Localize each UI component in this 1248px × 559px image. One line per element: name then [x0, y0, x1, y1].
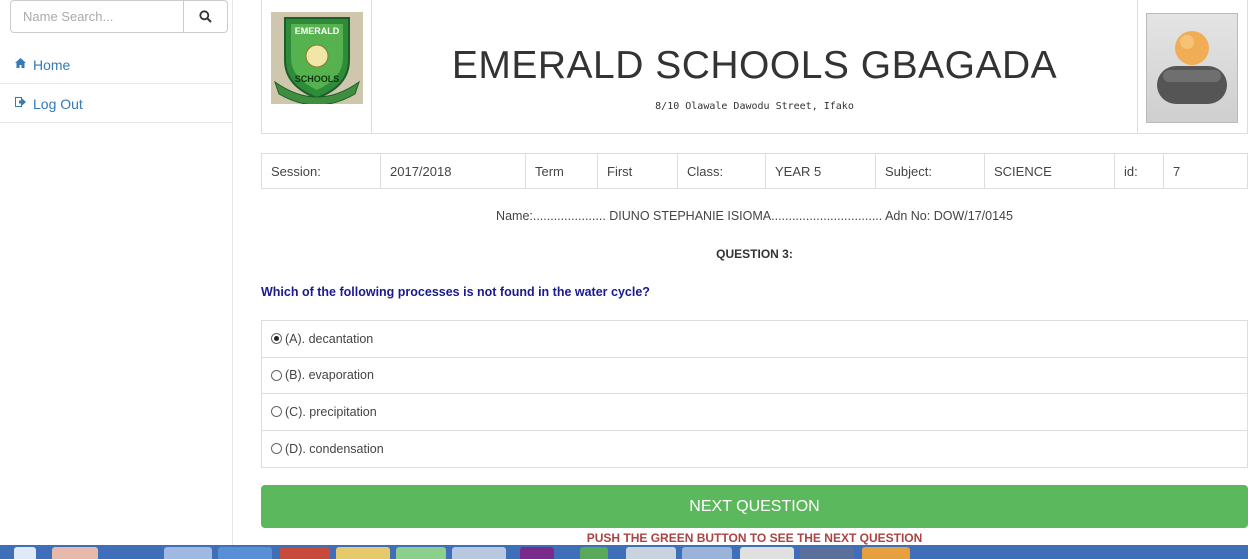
home-icon [15, 58, 29, 71]
sidebar-item-label: Home [33, 56, 71, 73]
id-label: id: [1115, 154, 1164, 188]
sidebar-item-label: Log Out [33, 95, 83, 112]
taskbar-app-icon[interactable] [336, 547, 390, 559]
student-name: DIUNO STEPHANIE ISIOMA [609, 209, 772, 223]
next-question-hint: PUSH THE GREEN BUTTON TO SEE THE NEXT QU… [586, 531, 923, 545]
subject-value: SCIENCE [985, 154, 1115, 188]
taskbar-app-icon[interactable] [452, 547, 506, 559]
taskbar-app-icon[interactable] [396, 547, 446, 559]
sidebar-item-home[interactable]: Home [0, 46, 233, 84]
term-label: Term [526, 154, 598, 188]
taskbar [0, 545, 1248, 559]
question-number: QUESTION 3: [716, 247, 793, 261]
school-address: 8/10 Olawale Dawodu Street, Ifako [655, 101, 854, 112]
logo-cell: EMERALD SCHOOLS [262, 0, 372, 133]
avatar [1146, 13, 1238, 123]
option-label: (C). precipitation [285, 404, 377, 419]
exam-info-table: Session: 2017/2018 Term First Class: YEA… [261, 153, 1248, 189]
taskbar-app-icon[interactable] [682, 547, 732, 559]
admission-label: Adn No: [885, 209, 931, 223]
radio-button-b[interactable] [271, 369, 282, 381]
logout-icon [15, 97, 29, 110]
option-b[interactable]: (B). evaporation [262, 358, 1247, 394]
admission-number: DOW/17/0145 [933, 209, 1013, 223]
answer-options: (A). decantation (B). evaporation (C). p… [261, 320, 1248, 468]
school-logo: EMERALD SCHOOLS [271, 12, 363, 104]
student-name-label: Name:..................... [496, 209, 606, 223]
student-line: Name:..................... DIUNO STEPHAN… [261, 209, 1248, 223]
logo-text-bottom: SCHOOLS [295, 74, 340, 84]
taskbar-app-icon[interactable] [580, 547, 608, 559]
taskbar-app-icon[interactable] [626, 547, 676, 559]
school-header: EMERALD SCHOOLS EMERALD SCHOOLS GBAGADA … [261, 0, 1248, 134]
class-label: Class: [678, 154, 766, 188]
search-group [10, 0, 228, 33]
id-value: 7 [1173, 163, 1181, 179]
taskbar-app-icon[interactable] [862, 547, 910, 559]
taskbar-app-icon[interactable] [52, 547, 98, 559]
search-button[interactable] [183, 0, 228, 33]
taskbar-app-icon[interactable] [520, 547, 554, 559]
term-value: First [598, 154, 678, 188]
subject-label: Subject: [876, 154, 985, 188]
session-value: 2017/2018 [381, 154, 526, 188]
option-a[interactable]: (A). decantation [262, 321, 1247, 358]
sidebar: Home Log Out [0, 0, 233, 545]
name-search-input[interactable] [10, 0, 183, 33]
next-question-button[interactable]: NEXT QUESTION [261, 485, 1248, 528]
start-button[interactable] [14, 547, 36, 559]
class-value: YEAR 5 [766, 154, 876, 188]
question-text: Which of the following processes is not … [261, 285, 650, 299]
option-c[interactable]: (C). precipitation [262, 394, 1247, 431]
option-d[interactable]: (D). condensation [262, 431, 1247, 468]
radio-button-a[interactable] [271, 333, 282, 345]
taskbar-app-icon[interactable] [164, 547, 212, 559]
radio-button-c[interactable] [271, 406, 282, 418]
option-label: (A). decantation [285, 331, 374, 346]
taskbar-app-icon[interactable] [740, 547, 794, 559]
sidebar-item-logout[interactable]: Log Out [0, 85, 233, 123]
option-label: (D). condensation [285, 441, 384, 456]
school-name: EMERALD SCHOOLS GBAGADA [451, 44, 1058, 87]
logo-text-top: EMERALD [295, 26, 340, 36]
session-label: Session: [262, 154, 381, 188]
taskbar-app-icon[interactable] [280, 547, 330, 559]
option-label: (B). evaporation [285, 368, 374, 383]
student-dots: ................................ [771, 209, 883, 223]
taskbar-app-icon[interactable] [218, 547, 272, 559]
radio-button-d[interactable] [271, 443, 282, 455]
avatar-cell [1137, 0, 1248, 133]
search-icon [199, 10, 212, 23]
taskbar-app-icon[interactable] [800, 547, 854, 559]
